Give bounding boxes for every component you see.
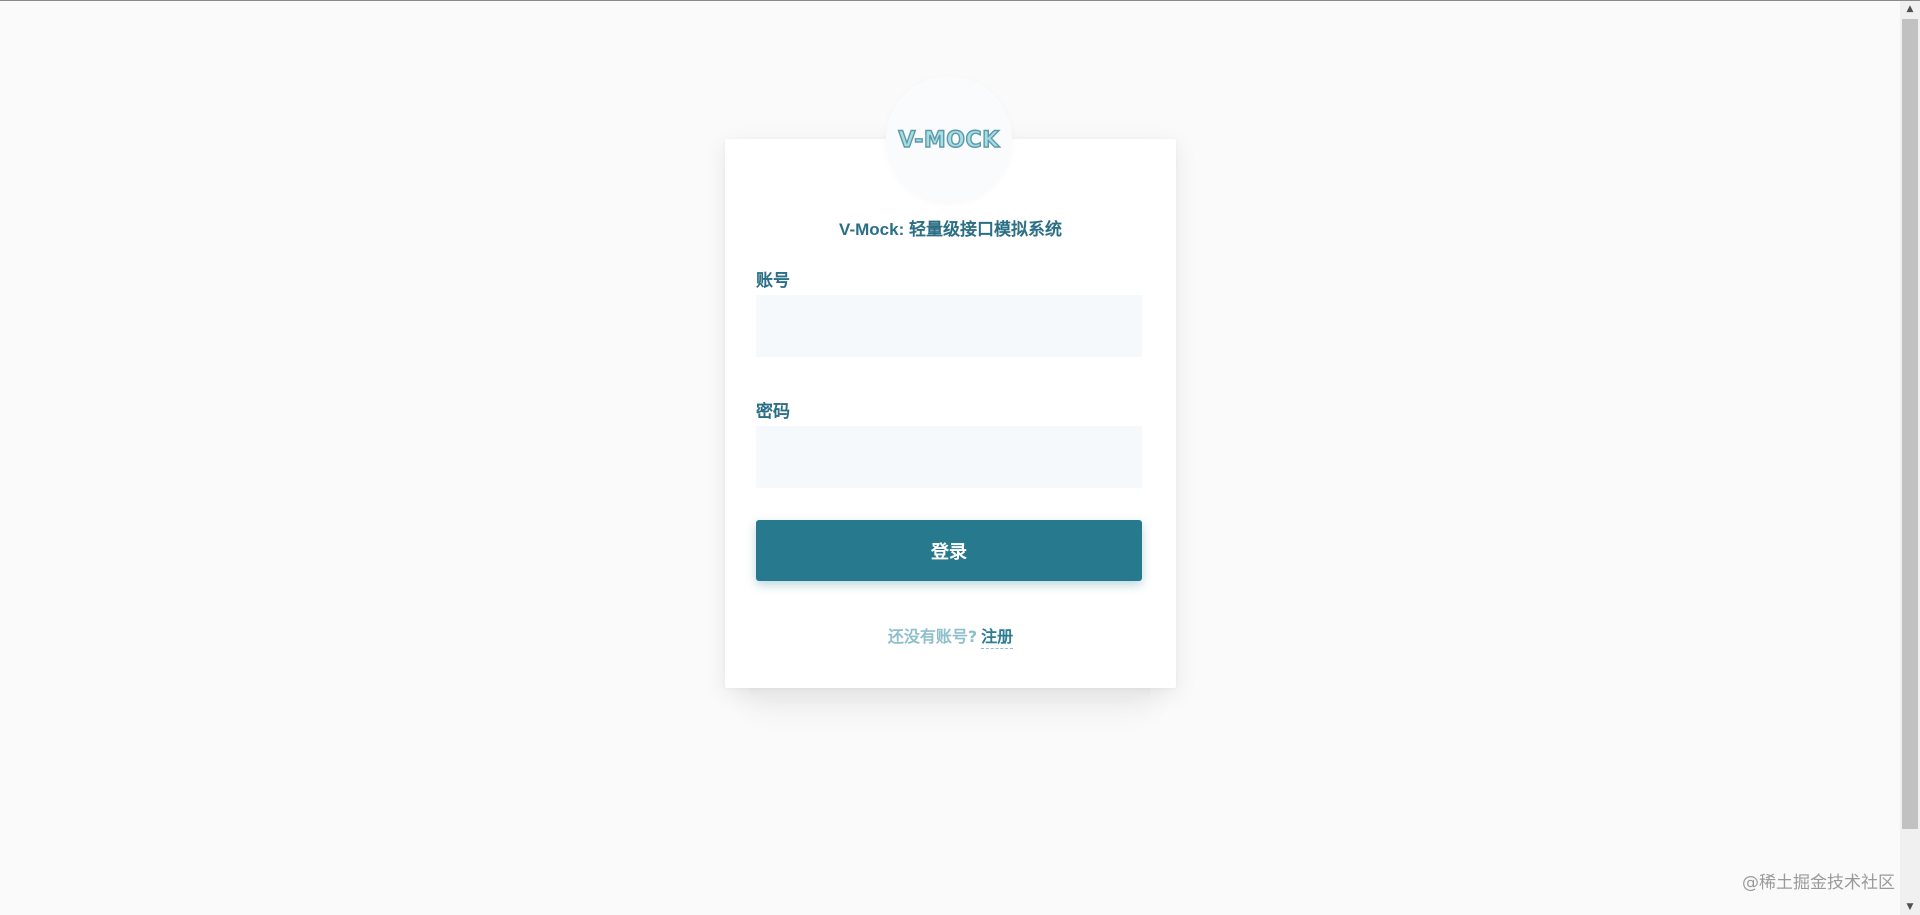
page: V-MOCK V-Mock: 轻量级接口模拟系统 账号 密码 登录 还没有账号?… [0,0,1920,915]
register-hint-text: 还没有账号? [887,627,978,646]
password-input[interactable] [756,426,1142,488]
scroll-down-arrow-icon[interactable]: ▼ [1900,899,1920,915]
register-prompt: 还没有账号? 注册 [725,623,1176,649]
scroll-thumb[interactable] [1902,19,1918,829]
logo-text: V-MOCK [898,128,1000,153]
vmock-logo-icon: V-MOCK [898,127,1001,153]
watermark: @稀土掘金技术社区 [1742,873,1895,893]
scroll-up-arrow-icon[interactable]: ▲ [1900,1,1920,17]
account-label: 账号 [756,271,790,291]
password-label: 密码 [756,402,790,422]
page-title: V-Mock: 轻量级接口模拟系统 [839,220,1062,239]
window-top-border [0,0,1920,1]
vertical-scrollbar[interactable]: ▲ ▼ [1900,1,1920,915]
account-input[interactable] [756,295,1142,357]
register-link[interactable]: 注册 [981,627,1014,649]
login-button[interactable]: 登录 [756,520,1142,581]
logo: V-MOCK [886,76,1012,202]
